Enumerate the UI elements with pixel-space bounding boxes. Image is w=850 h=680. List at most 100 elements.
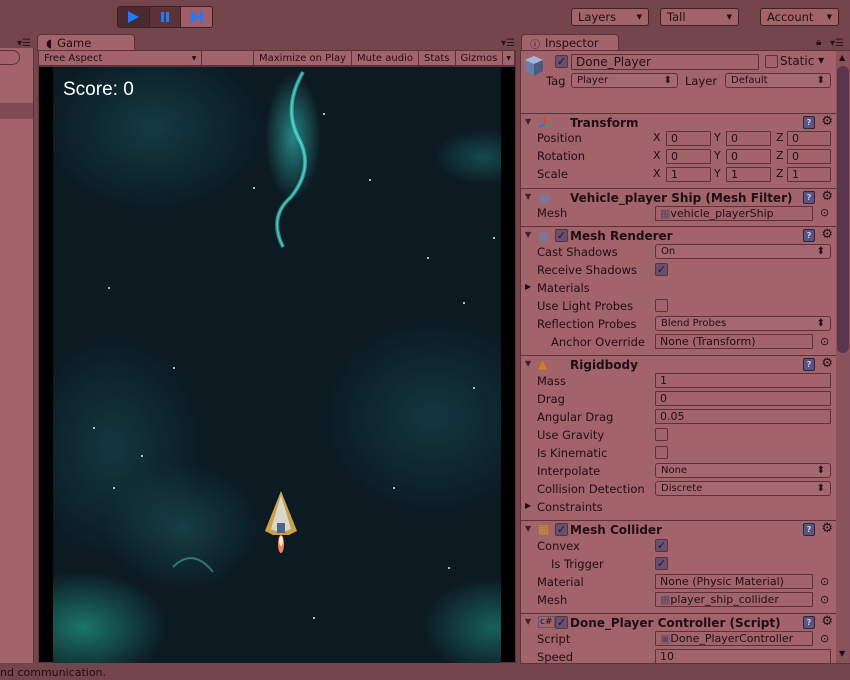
anchor-override-field[interactable]: None (Transform) xyxy=(655,334,813,349)
gear-icon[interactable]: ⚙ xyxy=(821,189,833,204)
cast-shadows-dropdown[interactable]: On ⬍ xyxy=(655,244,831,259)
account-dropdown[interactable]: Account ▼ xyxy=(760,8,839,26)
scroll-up-icon[interactable]: ▲ xyxy=(839,53,845,62)
hierarchy-search-input[interactable] xyxy=(0,50,20,65)
receive-shadows-checkbox[interactable]: ✓ xyxy=(655,263,668,276)
foldout-icon[interactable]: ▼ xyxy=(525,524,531,533)
tag-dropdown[interactable]: Player ⬍ xyxy=(571,73,678,88)
help-icon[interactable]: ? xyxy=(803,116,815,129)
foldout-icon[interactable]: ▼ xyxy=(525,192,531,201)
collider-mesh-field[interactable]: ▦player_ship_collider xyxy=(655,592,813,607)
game-panel-menu-icon[interactable]: ▾☰ xyxy=(501,38,515,49)
mesh-collider-enabled-checkbox[interactable]: ✓ xyxy=(555,523,568,536)
is-trigger-label: Is Trigger xyxy=(551,557,604,571)
gear-icon[interactable]: ⚙ xyxy=(821,521,833,536)
use-gravity-checkbox[interactable] xyxy=(655,428,668,441)
gear-icon[interactable]: ⚙ xyxy=(821,356,833,371)
maximize-on-play-toggle[interactable]: Maximize on Play xyxy=(254,51,353,65)
mesh-field[interactable]: ▦vehicle_playerShip xyxy=(655,206,813,221)
play-button[interactable] xyxy=(118,7,150,27)
lock-icon[interactable]: 🔒︎ xyxy=(816,37,821,48)
angular-drag-input[interactable]: 0.05 xyxy=(655,409,831,424)
updown-icon: ⬍ xyxy=(816,75,825,86)
gameobject-active-checkbox[interactable]: ✓ xyxy=(555,55,568,68)
game-view[interactable]: Score: 0 xyxy=(38,66,516,663)
layers-dropdown[interactable]: Layers ▼ xyxy=(571,8,649,26)
inspector-menu-icon[interactable]: ▾☰ xyxy=(830,38,844,49)
reflection-probes-dropdown[interactable]: Blend Probes ⬍ xyxy=(655,316,831,331)
rotation-y-input[interactable]: 0 xyxy=(726,149,771,164)
layer-label: Layer xyxy=(685,74,718,88)
script-field[interactable]: ▣Done_PlayerController xyxy=(655,631,813,646)
mass-input[interactable]: 1 xyxy=(655,373,831,388)
mesh-filter-icon: ▦ xyxy=(539,191,551,205)
layout-dropdown[interactable]: Tall ▼ xyxy=(660,8,739,26)
static-checkbox[interactable] xyxy=(765,55,778,68)
mesh-renderer-icon: ▦ xyxy=(538,229,550,243)
aspect-dropdown[interactable]: Free Aspect ▼ xyxy=(39,51,203,65)
collider-material-field[interactable]: None (Physic Material) xyxy=(655,574,813,589)
player-controller-header[interactable]: ▼ c# ✓ Done_Player Controller (Script) ?… xyxy=(521,613,837,631)
is-kinematic-checkbox[interactable] xyxy=(655,446,668,459)
help-icon[interactable]: ? xyxy=(803,191,815,204)
constraints-label[interactable]: Constraints xyxy=(537,500,603,514)
foldout-icon[interactable]: ▼ xyxy=(525,359,531,368)
tab-inspector[interactable]: ⓘ Inspector xyxy=(521,34,619,51)
stats-toggle[interactable]: Stats xyxy=(419,51,456,65)
materials-label[interactable]: Materials xyxy=(537,281,590,295)
use-light-probes-checkbox[interactable] xyxy=(655,299,668,312)
foldout-icon[interactable]: ▼ xyxy=(525,617,531,626)
collision-detection-dropdown[interactable]: Discrete ⬍ xyxy=(655,481,831,496)
pause-button[interactable] xyxy=(150,7,182,27)
scroll-down-icon[interactable]: ▼ xyxy=(839,649,845,658)
foldout-icon[interactable]: ▼ xyxy=(525,117,531,126)
materials-foldout-icon[interactable]: ▶ xyxy=(525,282,531,291)
position-x-input[interactable]: 0 xyxy=(666,131,711,146)
gear-icon[interactable]: ⚙ xyxy=(821,114,833,129)
foldout-icon[interactable]: ▼ xyxy=(525,230,531,239)
position-z-input[interactable]: 0 xyxy=(787,131,831,146)
is-trigger-checkbox[interactable]: ✓ xyxy=(655,557,668,570)
convex-checkbox[interactable]: ✓ xyxy=(655,539,668,552)
position-y-input[interactable]: 0 xyxy=(726,131,771,146)
rotation-x-input[interactable]: 0 xyxy=(666,149,711,164)
mesh-filter-header[interactable]: ▼ ▦ Vehicle_player Ship (Mesh Filter) ? … xyxy=(521,188,837,206)
mesh-renderer-enabled-checkbox[interactable]: ✓ xyxy=(555,229,568,242)
layer-dropdown[interactable]: Default ⬍ xyxy=(725,73,831,88)
help-icon[interactable]: ? xyxy=(803,523,815,536)
gear-icon[interactable]: ⚙ xyxy=(821,614,833,629)
updown-icon: ⬍ xyxy=(663,75,672,86)
gizmos-dropdown-arrow-icon[interactable]: ▼ xyxy=(503,51,515,65)
mesh-collider-header[interactable]: ▼ ▦ ✓ Mesh Collider ? ⚙ xyxy=(521,520,837,538)
help-icon[interactable]: ? xyxy=(803,229,815,242)
object-picker-icon[interactable]: ⊙ xyxy=(820,335,829,348)
gizmos-toggle[interactable]: Gizmos xyxy=(456,51,504,65)
step-button[interactable] xyxy=(181,7,212,27)
transform-header[interactable]: ▼ Transform ? ⚙ xyxy=(521,113,837,131)
constraints-foldout-icon[interactable]: ▶ xyxy=(525,501,531,510)
gameobject-name-input[interactable]: Done_Player xyxy=(571,54,759,70)
interpolate-dropdown[interactable]: None ⬍ xyxy=(655,463,831,478)
static-dropdown-icon[interactable]: ▼ xyxy=(818,56,824,65)
speed-input[interactable]: 10 xyxy=(655,649,831,664)
object-picker-icon[interactable]: ⊙ xyxy=(820,206,829,219)
hierarchy-selected-row[interactable] xyxy=(0,103,33,119)
scale-z-input[interactable]: 1 xyxy=(787,167,831,182)
player-controller-enabled-checkbox[interactable]: ✓ xyxy=(555,616,568,629)
inspector-scroll-thumb[interactable] xyxy=(837,66,849,353)
drag-input[interactable]: 0 xyxy=(655,391,831,406)
rigidbody-header[interactable]: ▼ ▲ Rigidbody ? ⚙ xyxy=(521,355,837,373)
help-icon[interactable]: ? xyxy=(803,358,815,371)
rotation-z-input[interactable]: 0 xyxy=(787,149,831,164)
help-icon[interactable]: ? xyxy=(803,616,815,629)
object-picker-icon[interactable]: ⊙ xyxy=(820,575,829,588)
tab-game[interactable]: ◖ Game xyxy=(37,34,135,51)
object-picker-icon[interactable]: ⊙ xyxy=(820,632,829,645)
mute-audio-toggle[interactable]: Mute audio xyxy=(352,51,419,65)
scale-y-input[interactable]: 1 xyxy=(726,167,771,182)
scale-x-input[interactable]: 1 xyxy=(666,167,711,182)
object-picker-icon[interactable]: ⊙ xyxy=(820,593,829,606)
gear-icon[interactable]: ⚙ xyxy=(821,227,833,242)
mesh-renderer-header[interactable]: ▼ ▦ ✓ Mesh Renderer ? ⚙ xyxy=(521,226,837,244)
cast-shadows-label: Cast Shadows xyxy=(537,245,618,259)
